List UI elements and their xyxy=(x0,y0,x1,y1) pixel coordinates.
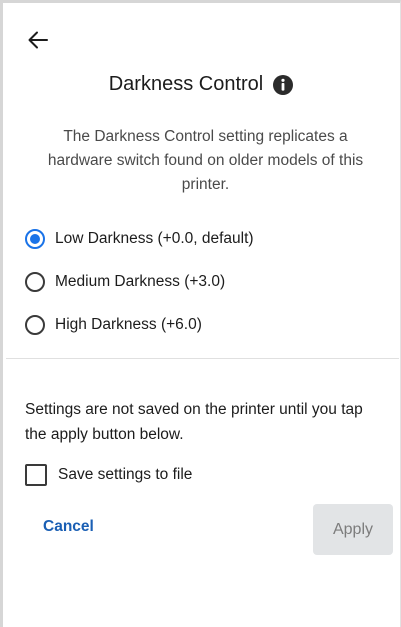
info-icon[interactable] xyxy=(272,74,294,96)
radio-option-medium[interactable]: Medium Darkness (+3.0) xyxy=(25,271,254,292)
radio-label: Low Darkness (+0.0, default) xyxy=(55,229,254,247)
save-to-file-option[interactable]: Save settings to file xyxy=(25,464,192,486)
section-divider xyxy=(6,358,399,359)
page-title: Darkness Control xyxy=(108,73,264,95)
title-row: Darkness Control xyxy=(3,73,400,96)
cancel-button[interactable]: Cancel xyxy=(43,518,94,536)
arrow-left-icon xyxy=(28,31,48,49)
checkbox-label: Save settings to file xyxy=(58,466,193,483)
radio-button[interactable] xyxy=(25,314,45,335)
dialog-frame: Darkness Control The Darkness Control se… xyxy=(0,0,401,627)
back-button[interactable] xyxy=(21,23,55,57)
radio-button[interactable] xyxy=(25,271,45,292)
radio-label: High Darkness (+6.0) xyxy=(55,315,202,333)
radio-option-low[interactable]: Low Darkness (+0.0, default) xyxy=(25,228,254,249)
save-notice: Settings are not saved on the printer un… xyxy=(25,401,363,443)
apply-button[interactable]: Apply xyxy=(313,504,393,555)
radio-label: Medium Darkness (+3.0) xyxy=(55,272,226,290)
setting-description: The Darkness Control setting replicates … xyxy=(47,128,364,193)
darkness-radio-group: Low Darkness (+0.0, default) Medium Dark… xyxy=(25,228,254,357)
radio-option-high[interactable]: High Darkness (+6.0) xyxy=(25,314,254,335)
save-to-file-checkbox[interactable] xyxy=(25,464,47,486)
radio-button[interactable] xyxy=(25,228,45,249)
